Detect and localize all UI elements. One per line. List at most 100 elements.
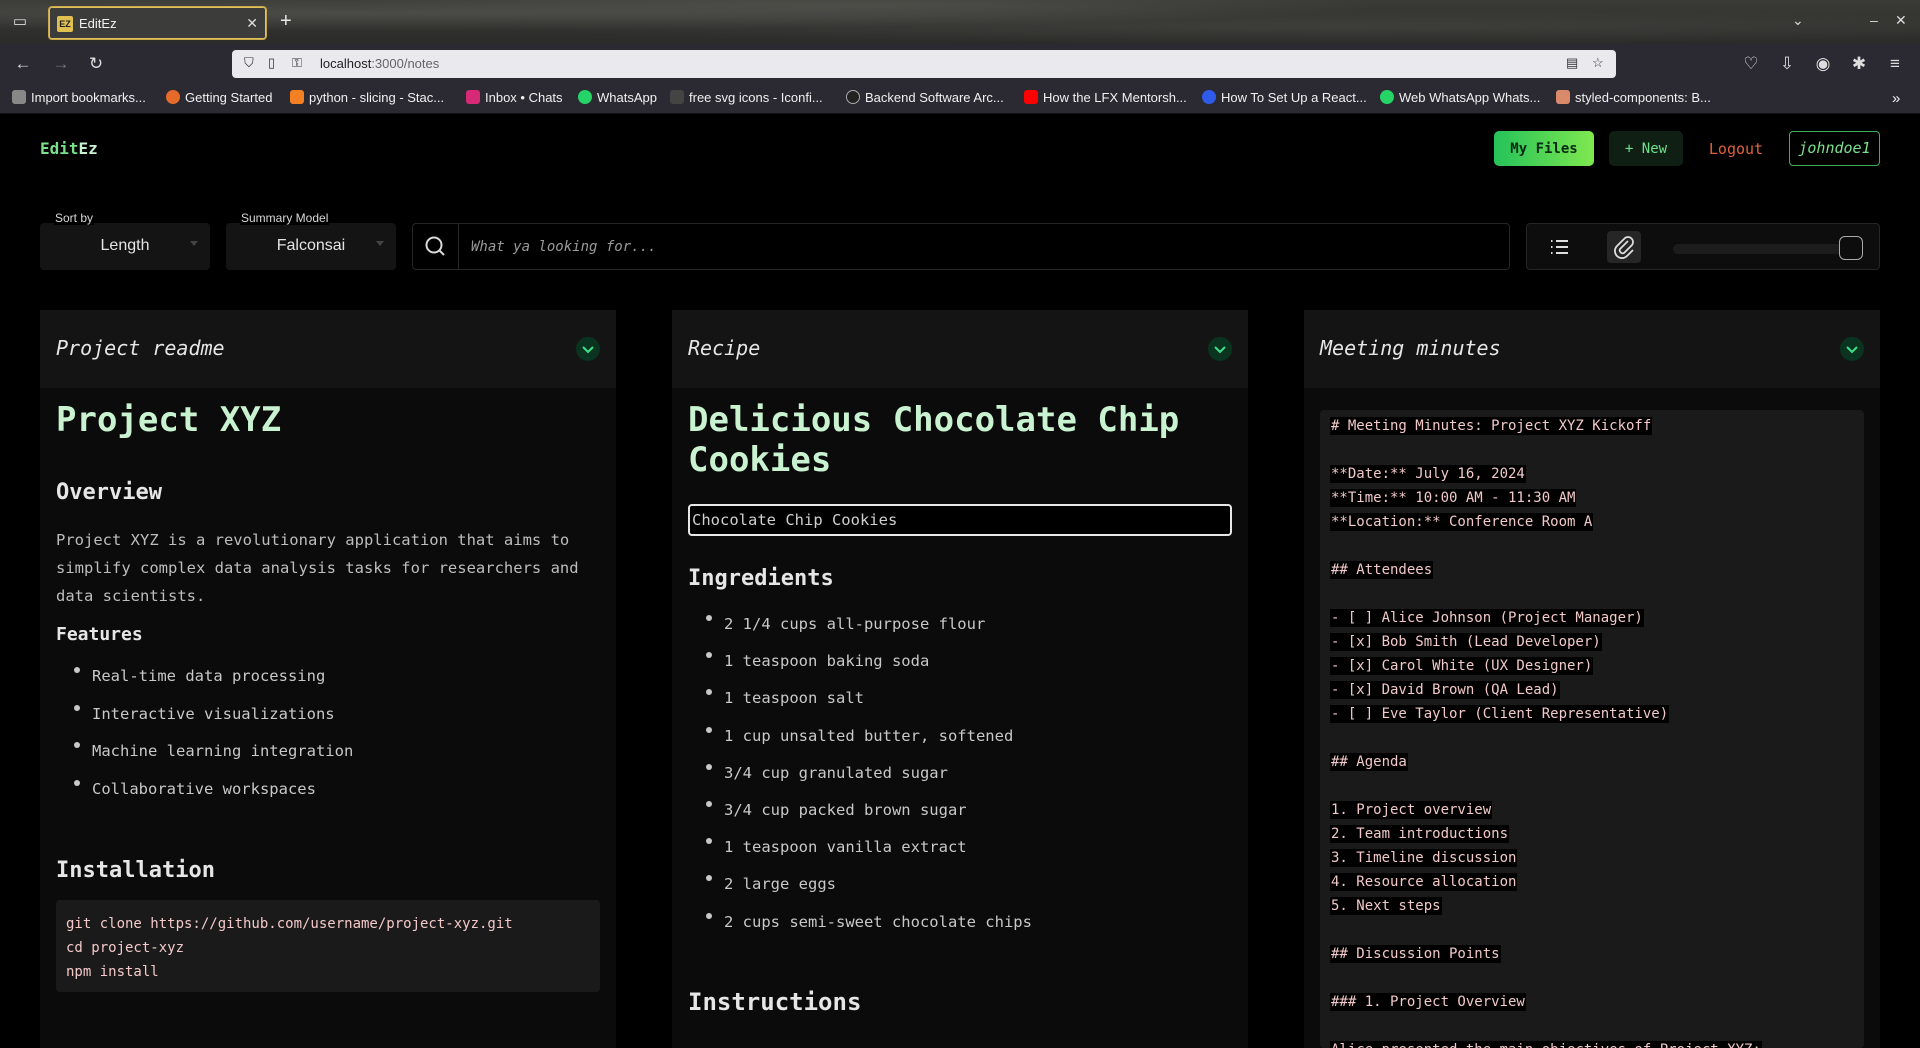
bookmark-item[interactable]: styled-components: B...	[1556, 90, 1711, 105]
slider-handle[interactable]	[1839, 236, 1863, 260]
overview-text: Project XYZ is a revolutionary applicati…	[56, 531, 579, 605]
note-card-header[interactable]: Recipe	[672, 310, 1248, 388]
bookmark-item[interactable]: WhatsApp	[578, 90, 657, 105]
bookmark-star-icon[interactable]: ☆	[1592, 55, 1604, 71]
shield-icon[interactable]: ⛉	[244, 55, 254, 71]
search-box	[412, 223, 1510, 270]
summary-model-select[interactable]: Summary Model Falconsai	[226, 211, 396, 270]
logout-button[interactable]: Logout	[1698, 131, 1774, 166]
address-bar[interactable]: ⛉ ▯ ⚿ localhost:3000/notes ▤ ☆	[232, 50, 1616, 78]
instructions-heading: Instructions	[688, 988, 862, 1016]
markdown-line: - [ ] Alice Johnson (Project Manager)	[1330, 609, 1644, 627]
search-icon[interactable]	[413, 224, 459, 269]
note-card-header[interactable]: Project readme	[40, 310, 616, 388]
menu-icon[interactable]: ≡	[1884, 53, 1906, 75]
note-body: Project XYZ Overview Project XYZ is a re…	[56, 388, 600, 1048]
markdown-line: 3. Timeline discussion	[1330, 849, 1518, 867]
note-body: Delicious Chocolate Chip Cookies Chocolat…	[688, 388, 1232, 1048]
url-text[interactable]: localhost:3000/notes	[320, 56, 439, 71]
new-tab-icon[interactable]: +	[280, 10, 292, 32]
sort-by-label: Sort by	[54, 211, 95, 225]
markdown-line: ## Agenda	[1330, 753, 1408, 771]
markdown-line: - [x] Carol White (UX Designer)	[1330, 657, 1594, 675]
list-item: 1 teaspoon salt	[672, 680, 1032, 717]
note-title: Project readme	[56, 336, 225, 360]
list-item: Real-time data processing	[40, 658, 353, 696]
tab-close-icon[interactable]: ✕	[246, 15, 258, 32]
markdown-line: # Meeting Minutes: Project XYZ Kickoff	[1330, 417, 1653, 435]
summary-model-label: Summary Model	[240, 211, 330, 225]
new-note-button[interactable]: + New	[1609, 131, 1683, 166]
list-view-icon[interactable]	[1543, 231, 1577, 263]
bookmark-item[interactable]: free svg icons - Iconfi...	[670, 90, 823, 105]
markdown-line: Alice presented the main objectives of P…	[1330, 1041, 1762, 1048]
bookmark-item[interactable]: How To Set Up a React...	[1202, 90, 1367, 105]
tab-list-icon[interactable]: ▭	[8, 10, 32, 34]
bookmark-item[interactable]: How the LFX Mentorsh...	[1024, 90, 1187, 105]
markdown-line: 5. Next steps	[1330, 897, 1442, 915]
reader-view-icon[interactable]: ▤	[1566, 55, 1578, 71]
list-item: 1 teaspoon baking soda	[672, 643, 1032, 680]
app-root: EditEz My Files + New Logout johndoe1 So…	[0, 114, 1920, 1048]
note-card[interactable]: Meeting minutes # Meeting Minutes: Proje…	[1304, 310, 1880, 1048]
bookmarks-overflow-icon[interactable]: »	[1892, 90, 1900, 107]
browser-tab-active[interactable]: EZ EditEz ✕	[48, 6, 267, 40]
note-card[interactable]: Project readme Project XYZ Overview Proj…	[40, 310, 616, 1048]
list-item: Machine learning integration	[40, 733, 353, 771]
reload-icon[interactable]: ↻	[85, 53, 107, 75]
note-title: Meeting minutes	[1320, 336, 1501, 360]
installation-heading: Installation	[56, 858, 215, 883]
list-item: 1 cup unsalted butter, softened	[672, 718, 1032, 755]
recipe-title-input[interactable]: Chocolate Chip Cookies	[688, 504, 1232, 536]
sort-chevron-icon	[190, 241, 198, 246]
code-block: git clone https://github.com/username/pr…	[56, 900, 600, 992]
favicon-icon: EZ	[57, 16, 73, 32]
bookmark-item[interactable]: Inbox • Chats	[466, 90, 563, 105]
minimize-icon[interactable]: –	[1870, 12, 1878, 28]
markdown-line: **Location:** Conference Room A	[1330, 513, 1594, 531]
app-logo[interactable]: EditEz	[40, 139, 98, 158]
summary-model-value: Falconsai	[276, 237, 346, 254]
page-icon: ▯	[268, 55, 276, 70]
list-item: Collaborative workspaces	[40, 771, 353, 809]
column-size-slider[interactable]	[1673, 244, 1853, 254]
username-badge[interactable]: johndoe1	[1789, 131, 1880, 166]
markdown-line: - [x] David Brown (QA Lead)	[1330, 681, 1560, 699]
key-icon[interactable]: ⚿	[292, 55, 302, 71]
close-window-icon[interactable]: ✕	[1895, 12, 1907, 29]
bookmark-item[interactable]: Web WhatsApp Whats...	[1380, 90, 1540, 105]
sort-by-select[interactable]: Sort by Length	[40, 211, 210, 270]
forward-icon[interactable]: →	[50, 53, 72, 75]
ingredients-heading: Ingredients	[688, 566, 834, 591]
markdown-line: - [x] Bob Smith (Lead Developer)	[1330, 633, 1602, 651]
note-card[interactable]: Recipe Delicious Chocolate Chip Cookies C…	[672, 310, 1248, 1048]
bookmark-item[interactable]: Getting Started	[166, 90, 272, 105]
expand-chevron-icon[interactable]	[1840, 337, 1864, 361]
markdown-line: - [ ] Eve Taylor (Client Representative)	[1330, 705, 1670, 723]
markdown-source: # Meeting Minutes: Project XYZ Kickoff **…	[1320, 410, 1864, 1048]
bookmark-item[interactable]: python - slicing - Stac...	[290, 90, 444, 105]
my-files-button[interactable]: My Files	[1494, 131, 1594, 166]
note-card-header[interactable]: Meeting minutes	[1304, 310, 1880, 388]
list-item: 3/4 cup packed brown sugar	[672, 792, 1032, 829]
markdown-line: **Time:** 10:00 AM - 11:30 AM	[1330, 489, 1577, 507]
browser-tab-bar: ▭ EZ EditEz ✕ + ⌄ – ✕	[0, 0, 1920, 44]
pocket-icon[interactable]: ♡	[1740, 53, 1762, 75]
extensions-icon[interactable]: ✱	[1848, 53, 1870, 75]
view-toolbox	[1526, 223, 1880, 270]
browser-nav-bar: ← → ↻ ⛉ ▯ ⚿ localhost:3000/notes ▤ ☆ ♡ ⇩…	[0, 44, 1920, 84]
downloads-icon[interactable]: ⇩	[1776, 53, 1798, 75]
tab-overflow-chevron-icon[interactable]: ⌄	[1792, 12, 1804, 29]
expand-chevron-icon[interactable]	[576, 337, 600, 361]
markdown-line: 4. Resource allocation	[1330, 873, 1518, 891]
features-list: Real-time data processing Interactive vi…	[40, 658, 353, 808]
account-icon[interactable]: ◉	[1812, 53, 1834, 75]
search-input[interactable]	[471, 236, 1471, 258]
expand-chevron-icon[interactable]	[1208, 337, 1232, 361]
list-item: 3/4 cup granulated sugar	[672, 755, 1032, 792]
tab-title: EditEz	[79, 16, 117, 31]
back-icon[interactable]: ←	[12, 53, 34, 75]
bookmark-item[interactable]: Import bookmarks...	[12, 90, 146, 105]
bookmark-item[interactable]: Backend Software Arc...	[846, 90, 1004, 105]
attachment-icon[interactable]	[1607, 231, 1641, 263]
